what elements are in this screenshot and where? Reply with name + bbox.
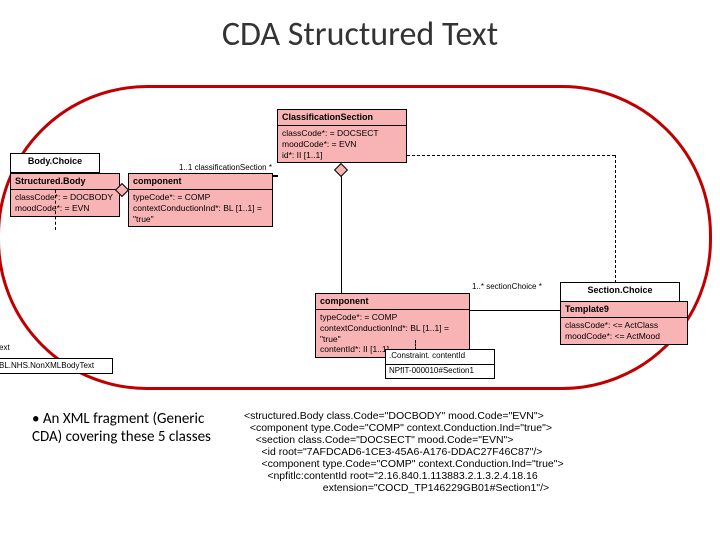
side-nonxml-box: BL.NHS.NonXMLBodyText [0,358,113,374]
assoc-class-section: 1..1 classificationSection * [179,163,272,172]
constraint-row2: NPfIT-000010#Section1 [385,365,495,379]
t9-line1: classCode*: <= ActClass [565,320,683,331]
assoc-section-choice: 1..* sectionChoice * [472,282,542,291]
classification-section-title: ClassificationSection [278,110,406,126]
component2-title: component [316,294,469,310]
sb-line2: moodCode*: = EVN [15,203,115,214]
bullet-text: • An XML fragment (Generic CDA) covering… [32,410,232,494]
template9-box: Template9 classCode*: <= ActClass moodCo… [560,301,688,345]
section-choice-box: Section.Choice [560,282,680,302]
t9-line2: moodCode*: <= ActMood [565,331,683,342]
dashed-horiz [407,155,615,156]
classification-section-box: ClassificationSection classCode*: = DOCS… [277,109,407,163]
structured-body-box: Structured.Body classCode*: = DOCBODY mo… [10,173,120,217]
constraint-row1: .Constraint. contentId [385,349,495,365]
footer: • An XML fragment (Generic CDA) covering… [32,410,710,494]
connector-vert [341,167,342,295]
component1-title: component [129,174,272,190]
cs-line3: id*: II [1..1] [282,150,402,161]
structured-body-title: Structured.Body [11,174,119,190]
dashed-vert [615,155,616,283]
component1-box: component typeCode*: = COMP contextCondu… [128,173,273,227]
body-choice-title: Body.Choice [11,154,99,169]
c2-line1: typeCode*: = COMP [320,312,465,323]
sb-line1: classCode*: = DOCBODY [15,192,115,203]
component1-body: typeCode*: = COMP contextConductionInd*:… [129,190,272,226]
cs-line1: classCode*: = DOCSECT [282,128,402,139]
c1-line2: contextConductionInd*: BL [1..1] = "true… [133,203,268,224]
c2-line2: contextConductionInd*: BL [1..1] = "true… [320,323,465,344]
section-choice-title: Section.Choice [561,283,679,298]
slide-title: CDA Structured Text [0,0,720,55]
c1-line1: typeCode*: = COMP [133,192,268,203]
uml-diagram: Body.Choice Structured.Body classCode*: … [0,85,720,405]
classification-section-body: classCode*: = DOCSECT moodCode*: = EVN i… [278,126,406,162]
cs-line2: moodCode*: = EVN [282,139,402,150]
template9-title: Template9 [561,302,687,318]
body-choice-box: Body.Choice [10,153,100,173]
connector-1 [273,175,278,177]
xml-fragment: <structured.Body class.Code="DOCBODY" mo… [244,410,564,494]
connector-2 [470,310,560,311]
structured-body-body: classCode*: = DOCBODY moodCode*: = EVN [11,190,119,215]
template9-body: classCode*: <= ActClass moodCode*: <= Ac… [561,318,687,343]
side-text: Text [0,343,23,353]
